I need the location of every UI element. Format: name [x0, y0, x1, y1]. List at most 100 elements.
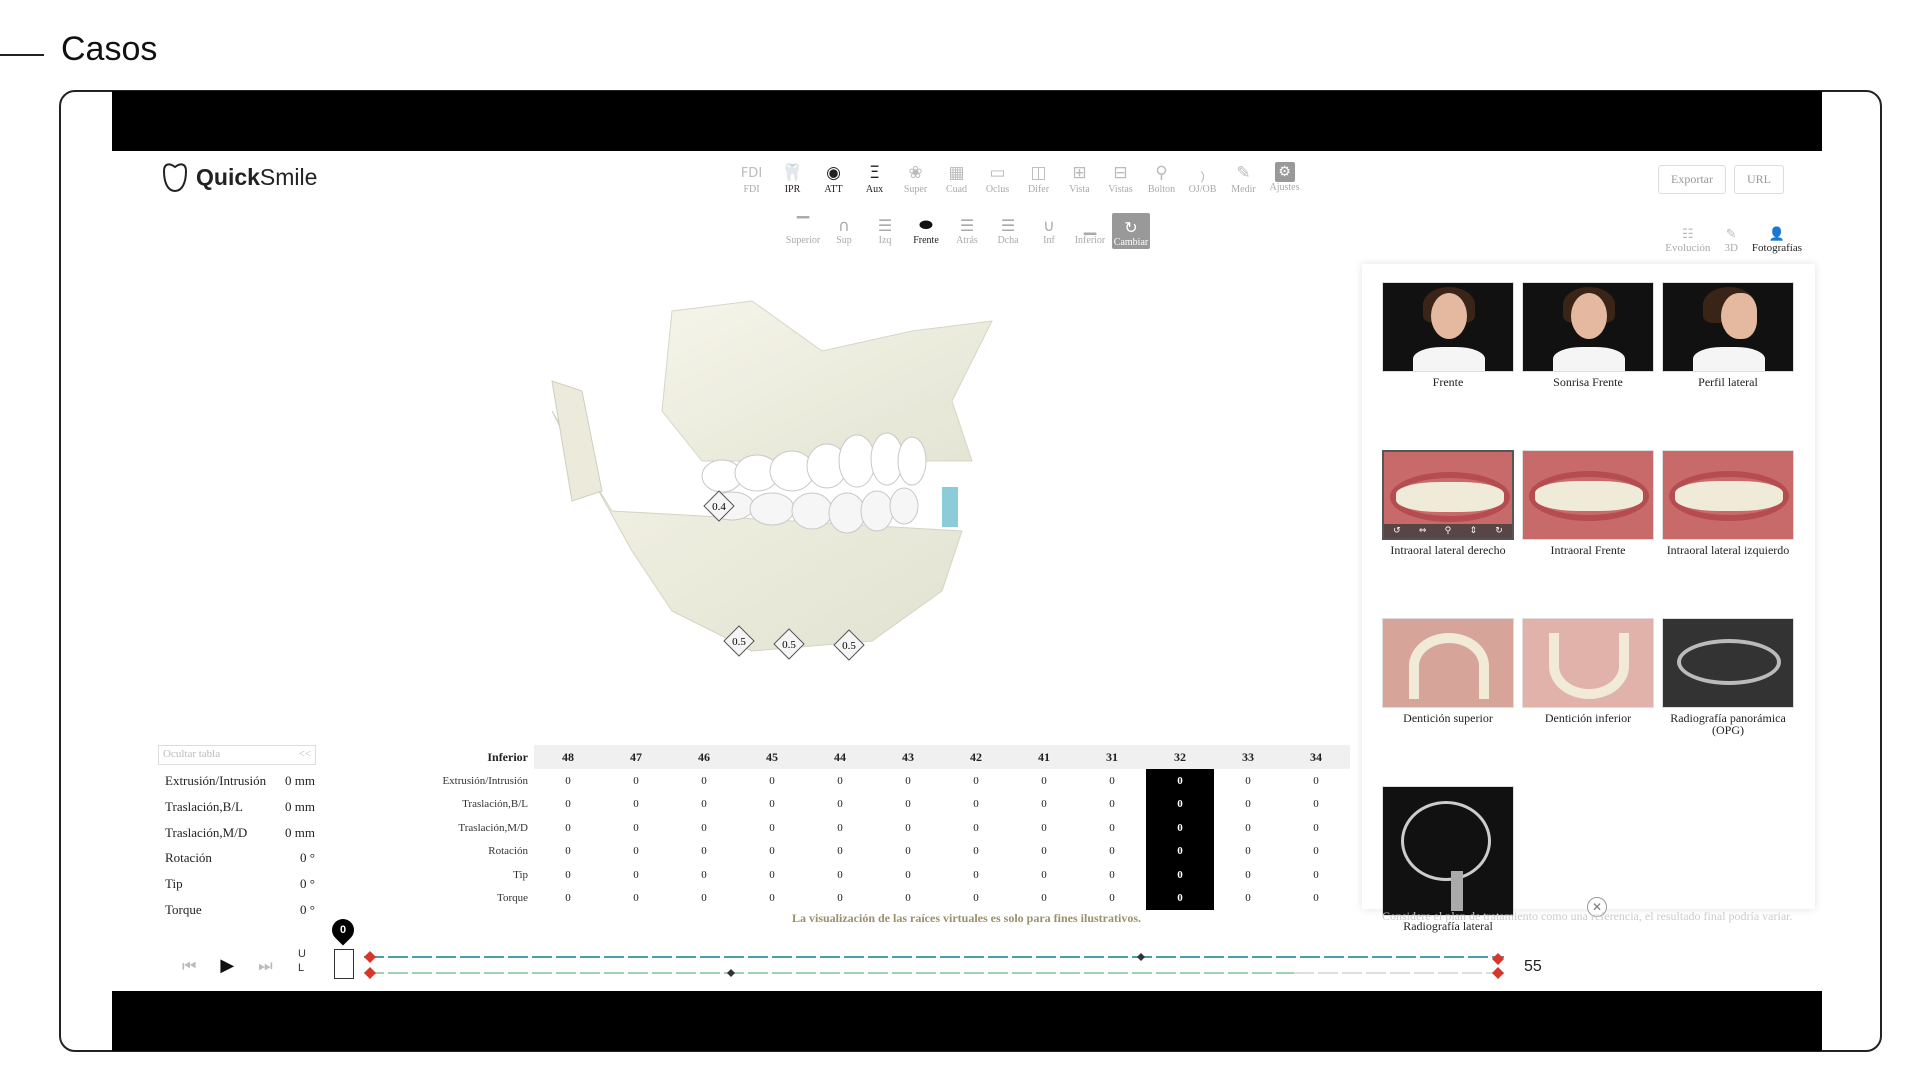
view-cambiar[interactable]: ↻ Cambiar: [1112, 213, 1150, 249]
tooth-column-header[interactable]: 46: [670, 745, 738, 769]
table-cell[interactable]: 0: [670, 863, 738, 887]
view-atr-s[interactable]: ☰ Atrás: [948, 213, 986, 249]
hide-table-toggle[interactable]: Ocultar tabla <<: [158, 745, 316, 765]
play-icon[interactable]: ▶: [220, 955, 234, 976]
table-cell[interactable]: 0: [1214, 793, 1282, 817]
export-button[interactable]: Exportar: [1658, 165, 1726, 194]
table-cell[interactable]: 0: [602, 793, 670, 817]
table-cell[interactable]: 0: [874, 816, 942, 840]
table-cell[interactable]: 0: [534, 816, 602, 840]
tooth-column-header[interactable]: 48: [534, 745, 602, 769]
view-sup[interactable]: ∩ Sup: [825, 213, 863, 249]
view-inf[interactable]: ∪ Inf: [1030, 213, 1068, 249]
table-cell[interactable]: 0: [1214, 816, 1282, 840]
table-cell[interactable]: 0: [738, 840, 806, 864]
view-superior[interactable]: ▔ Superior: [784, 213, 822, 249]
table-cell[interactable]: 0: [1010, 769, 1078, 793]
swap-vertical-icon[interactable]: ⇕: [1470, 526, 1478, 536]
table-cell[interactable]: 0: [1078, 816, 1146, 840]
table-cell[interactable]: 0: [1146, 816, 1214, 840]
photo-thumbnail[interactable]: [1522, 282, 1654, 372]
table-cell[interactable]: 0: [738, 887, 806, 911]
tooth-column-header[interactable]: 47: [602, 745, 670, 769]
tool-bolton[interactable]: ⚲ Bolton: [1142, 162, 1181, 195]
view-frente[interactable]: ⬬ Frente: [907, 213, 945, 249]
table-cell[interactable]: 0: [738, 816, 806, 840]
photo-thumbnail[interactable]: [1522, 618, 1654, 708]
tab-fotograf-as[interactable]: 👤 Fotografías: [1752, 227, 1802, 254]
table-cell[interactable]: 0: [534, 793, 602, 817]
table-cell[interactable]: 0: [1214, 769, 1282, 793]
photo-card[interactable]: Dentición superior: [1382, 618, 1514, 786]
table-cell[interactable]: 0: [1078, 863, 1146, 887]
stage-slider-handle[interactable]: [334, 949, 354, 979]
table-cell[interactable]: 0: [942, 793, 1010, 817]
table-cell[interactable]: 0: [602, 887, 670, 911]
table-cell[interactable]: 0: [1078, 887, 1146, 911]
tab-3d[interactable]: ✎ 3D: [1724, 227, 1737, 254]
table-cell[interactable]: 0: [534, 769, 602, 793]
table-cell[interactable]: 0: [1010, 863, 1078, 887]
tooth-column-header[interactable]: 45: [738, 745, 806, 769]
tool-vista[interactable]: ⊞ Vista: [1060, 162, 1099, 195]
photo-card[interactable]: Radiografía lateral: [1382, 786, 1514, 954]
tool-vistas[interactable]: ⊟ Vistas: [1101, 162, 1140, 195]
table-cell[interactable]: 0: [874, 793, 942, 817]
stage-timeline[interactable]: [364, 947, 1504, 983]
table-cell[interactable]: 0: [874, 887, 942, 911]
table-cell[interactable]: 0: [602, 863, 670, 887]
photo-card[interactable]: Intraoral lateral izquierdo: [1662, 450, 1794, 618]
tool-aux[interactable]: Ξ Aux: [855, 162, 894, 195]
table-cell[interactable]: 0: [806, 840, 874, 864]
table-cell[interactable]: 0: [534, 887, 602, 911]
table-cell[interactable]: 0: [1282, 769, 1350, 793]
table-cell[interactable]: 0: [942, 769, 1010, 793]
table-cell[interactable]: 0: [942, 863, 1010, 887]
table-cell[interactable]: 0: [1078, 840, 1146, 864]
tooth-column-header[interactable]: 41: [1010, 745, 1078, 769]
skip-back-icon[interactable]: ⏮: [182, 956, 196, 976]
view-dcha[interactable]: ☰ Dcha: [989, 213, 1027, 249]
photo-thumbnail[interactable]: [1662, 282, 1794, 372]
tool-fdi[interactable]: FDI FDI: [732, 162, 771, 196]
table-cell[interactable]: 0: [1214, 840, 1282, 864]
tool-medir[interactable]: ✎ Medir: [1224, 162, 1263, 195]
table-cell[interactable]: 0: [806, 816, 874, 840]
tool-oclus[interactable]: ▭ Oclus: [978, 162, 1017, 195]
table-cell[interactable]: 0: [1010, 887, 1078, 911]
tool-att[interactable]: ◉ ATT: [814, 162, 853, 195]
skip-forward-icon[interactable]: ⏭: [258, 956, 272, 976]
table-cell[interactable]: 0: [1010, 816, 1078, 840]
photo-thumbnail[interactable]: [1662, 450, 1794, 540]
photo-thumbnail[interactable]: [1382, 618, 1514, 708]
photo-card[interactable]: Radiografía panorámica (OPG): [1662, 618, 1794, 786]
tool-ajustes[interactable]: ⚙ Ajustes: [1265, 162, 1304, 195]
table-cell[interactable]: 0: [874, 769, 942, 793]
tool-oj-ob[interactable]: ﹚ OJ/OB: [1183, 162, 1222, 196]
photo-card[interactable]: ↺ ⇔ ⚲ ⇕ ↻ Intraoral lateral derecho: [1382, 450, 1514, 618]
table-cell[interactable]: 0: [1146, 839, 1214, 863]
collapse-icon[interactable]: <<: [299, 748, 311, 762]
tool-difer[interactable]: ◫ Difer: [1019, 162, 1058, 195]
photo-thumbnail[interactable]: [1382, 786, 1514, 916]
table-cell[interactable]: 0: [1282, 887, 1350, 911]
photo-card[interactable]: Dentición inferior: [1522, 618, 1654, 786]
table-cell[interactable]: 0: [806, 863, 874, 887]
photo-thumbnail[interactable]: [1522, 450, 1654, 540]
photo-card[interactable]: Perfil lateral: [1662, 282, 1794, 450]
table-cell[interactable]: 0: [874, 840, 942, 864]
table-cell[interactable]: 0: [1214, 863, 1282, 887]
tooth-column-header[interactable]: 44: [806, 745, 874, 769]
table-cell[interactable]: 0: [738, 793, 806, 817]
view-izq[interactable]: ☰ Izq: [866, 213, 904, 249]
tooth-column-header[interactable]: 34: [1282, 745, 1350, 769]
table-cell[interactable]: 0: [1010, 840, 1078, 864]
tooth-column-header[interactable]: 43: [874, 745, 942, 769]
table-cell[interactable]: 0: [1146, 769, 1214, 793]
table-cell[interactable]: 0: [670, 793, 738, 817]
table-cell[interactable]: 0: [806, 793, 874, 817]
table-cell[interactable]: 0: [534, 863, 602, 887]
zoom-icon[interactable]: ⚲: [1445, 526, 1452, 536]
table-cell[interactable]: 0: [874, 863, 942, 887]
table-cell[interactable]: 0: [942, 840, 1010, 864]
